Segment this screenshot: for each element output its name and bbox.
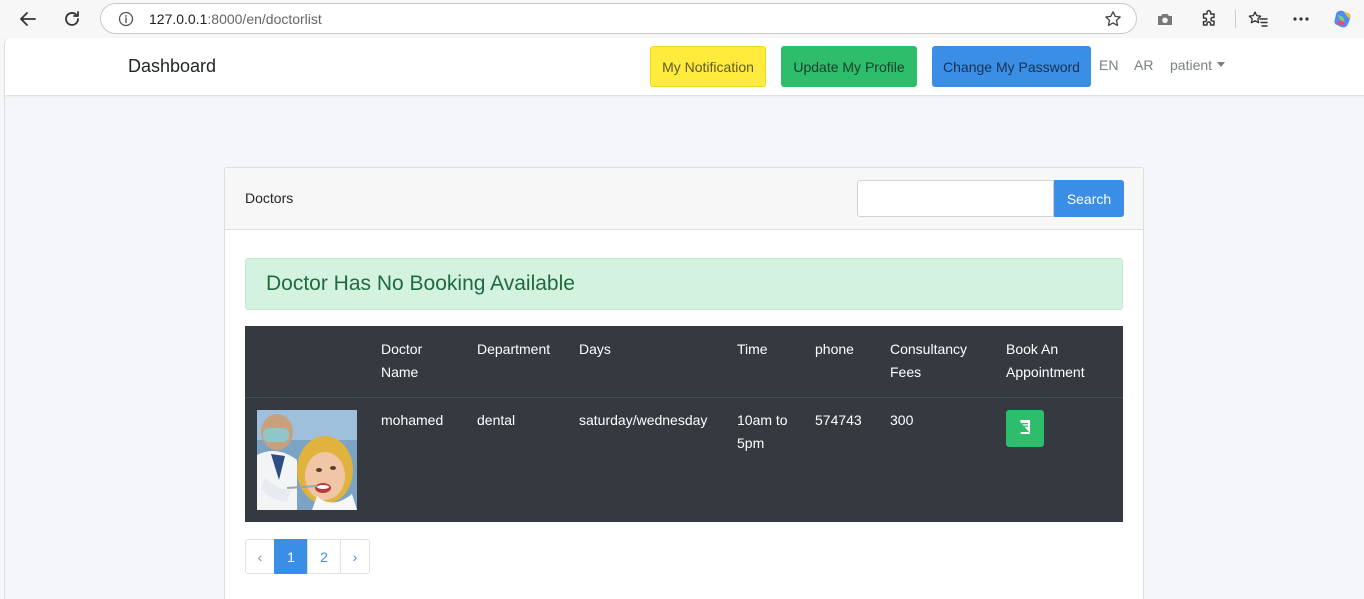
favorite-star-icon[interactable] <box>1104 10 1122 33</box>
back-icon[interactable] <box>15 6 41 32</box>
browser-toolbar: 127.0.0.1:8000/en/doctorlist <box>0 0 1364 38</box>
header-line: Appointment <box>1006 364 1085 380</box>
change-password-button[interactable]: Change My Password <box>932 46 1091 87</box>
cell-department: dental <box>477 412 516 428</box>
top-navbar: Dashboard My Notification Update My Prof… <box>5 38 1364 96</box>
header-department: Department <box>477 341 551 357</box>
cell-days: saturday/wednesday <box>579 412 708 428</box>
header-doctor-name: Doctor Name <box>381 338 422 384</box>
header-line: Doctor <box>381 341 423 357</box>
header-line: Consultancy <box>890 341 968 357</box>
address-bar[interactable]: 127.0.0.1:8000/en/doctorlist <box>100 3 1137 34</box>
doctor-photo <box>257 410 357 510</box>
pagination: ‹ 1 2 › <box>245 539 370 574</box>
header-time: Time <box>737 341 768 357</box>
header-line: Fees <box>890 364 922 380</box>
user-dropdown[interactable]: patient <box>1170 57 1226 73</box>
page-next[interactable]: › <box>340 539 370 574</box>
update-profile-button[interactable]: Update My Profile <box>781 46 917 87</box>
toolbar-separator <box>1235 10 1236 28</box>
copilot-icon[interactable] <box>1332 8 1354 30</box>
header-book-appointment: Book An Appointment <box>1006 338 1085 384</box>
user-name: patient <box>1170 57 1213 73</box>
card-title: Doctors <box>245 190 294 206</box>
camera-icon[interactable] <box>1154 8 1176 30</box>
lang-en-link[interactable]: EN <box>1099 57 1118 73</box>
header-days: Days <box>579 341 611 357</box>
more-options-icon[interactable] <box>1290 8 1312 30</box>
favorites-icon[interactable] <box>1247 8 1269 30</box>
time-line: 5pm <box>737 435 765 451</box>
header-phone: phone <box>815 341 854 357</box>
cell-fees: 300 <box>890 412 914 428</box>
no-booking-alert: Doctor Has No Booking Available <box>245 258 1123 310</box>
doctors-card: Doctors Search Doctor Has No Booking Ava… <box>224 167 1144 599</box>
url-host: 127.0.0.1 <box>149 11 208 27</box>
card-header: Doctors Search <box>225 168 1143 230</box>
search-button[interactable]: Search <box>1054 180 1124 217</box>
row-divider <box>245 397 1123 398</box>
my-notification-button[interactable]: My Notification <box>650 46 766 87</box>
cell-time: 10am to 5pm <box>737 409 788 455</box>
search-input[interactable] <box>857 180 1054 217</box>
book-icon <box>1019 420 1031 437</box>
header-line: Name <box>381 364 419 380</box>
lang-ar-link[interactable]: AR <box>1134 57 1153 73</box>
time-line: 10am to <box>737 412 788 428</box>
reload-icon[interactable] <box>59 6 85 32</box>
header-consultancy-fees: Consultancy Fees <box>890 338 967 384</box>
page-prev[interactable]: ‹ <box>245 539 275 574</box>
site-info-icon[interactable] <box>118 11 134 32</box>
app-viewport: Dashboard My Notification Update My Prof… <box>4 38 1364 599</box>
url-path: :8000/en/doctorlist <box>207 11 322 27</box>
extensions-icon[interactable] <box>1198 8 1220 30</box>
header-line: Book An <box>1006 341 1059 357</box>
caret-down-icon <box>1217 62 1226 67</box>
cell-phone: 574743 <box>815 412 862 428</box>
page-2[interactable]: 2 <box>307 539 341 574</box>
cell-doctor-name: mohamed <box>381 412 444 428</box>
book-appointment-button[interactable] <box>1006 410 1044 447</box>
url-text: 127.0.0.1:8000/en/doctorlist <box>149 11 322 27</box>
brand-dashboard[interactable]: Dashboard <box>128 56 216 77</box>
page-1[interactable]: 1 <box>274 539 308 574</box>
doctors-table: Doctor Name Department Days Time phone Co… <box>245 326 1123 522</box>
